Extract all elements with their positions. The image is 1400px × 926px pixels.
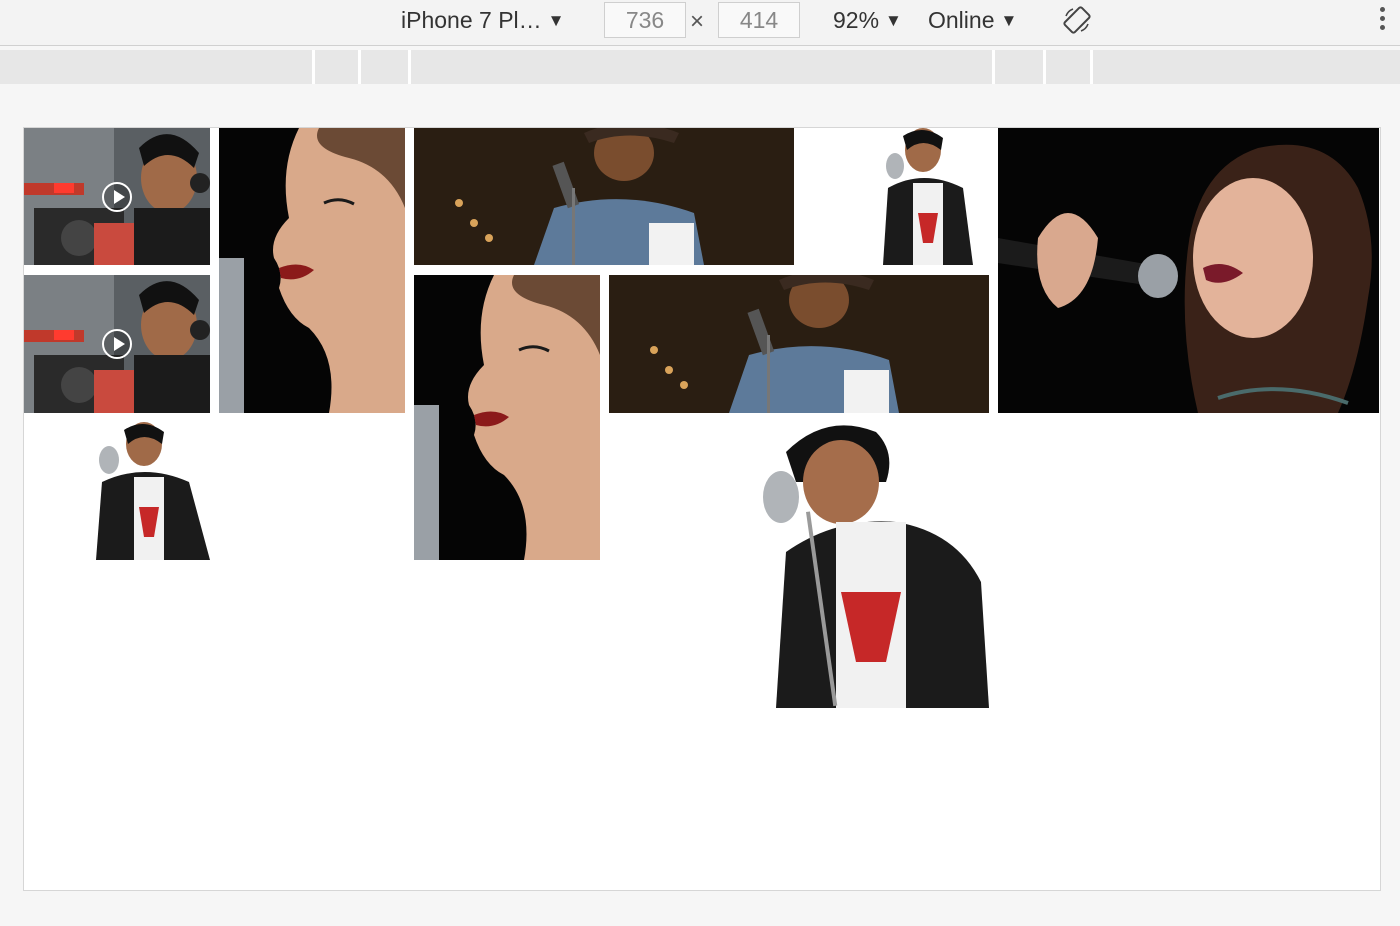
ruler-divider [1043,50,1046,84]
times-separator: × [690,8,705,35]
gallery-image[interactable] [998,128,1379,413]
throttle-select[interactable]: Online ▼ [928,6,1017,37]
play-icon[interactable] [102,182,132,212]
rotate-icon[interactable] [1062,5,1092,35]
ruler-divider [408,50,411,84]
gallery-image[interactable] [803,128,989,265]
gallery-image-video[interactable] [24,275,210,413]
device-viewport [23,127,1381,891]
gallery-image[interactable] [414,128,794,265]
gallery-image[interactable] [219,128,405,413]
chevron-down-icon: ▼ [1000,11,1018,30]
height-input[interactable]: 414 [718,2,800,38]
chevron-down-icon: ▼ [885,11,902,30]
gallery-image[interactable] [24,422,210,560]
ruler-divider [312,50,315,84]
play-icon[interactable] [102,329,132,359]
kebab-menu-icon[interactable] [1378,7,1386,35]
gallery-image[interactable] [609,275,989,413]
width-input[interactable]: 736 [604,2,686,38]
gallery-image[interactable] [756,422,989,708]
throttle-label: Online [928,7,995,33]
zoom-select[interactable]: 92% ▼ [833,6,902,37]
zoom-label: 92% [833,7,880,33]
device-label: iPhone 7 Pl… [401,7,542,33]
ruler-divider [1090,50,1093,84]
gallery-image[interactable] [414,275,600,560]
gallery-image-video[interactable] [24,128,210,265]
media-query-bar[interactable] [0,50,1400,84]
ruler-divider [358,50,361,84]
device-toolbar: iPhone 7 Pl… ▼ 736 × 414 92% ▼ Online ▼ [0,0,1400,46]
device-select[interactable]: iPhone 7 Pl… ▼ [401,6,564,37]
chevron-down-icon: ▼ [547,11,565,30]
ruler-divider [992,50,995,84]
